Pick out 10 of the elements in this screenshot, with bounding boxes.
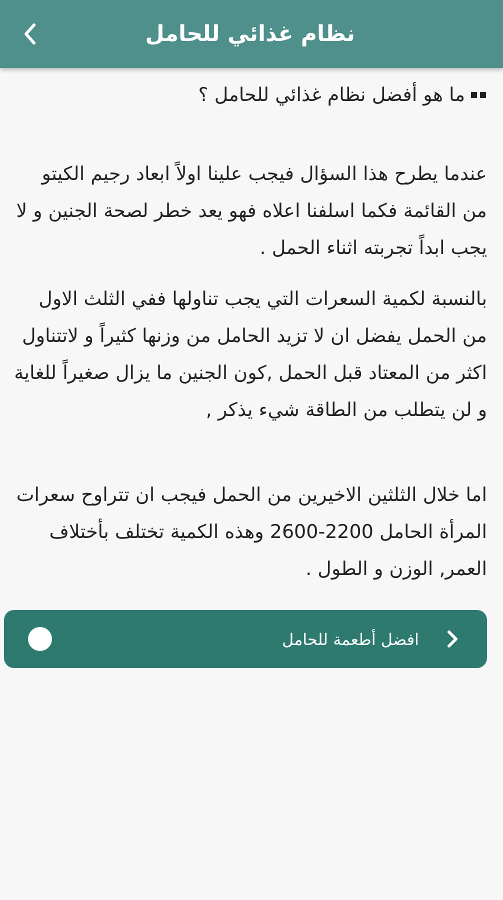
chevron-icon — [445, 628, 459, 650]
bullet-icon — [471, 91, 487, 99]
screen-title: نظام غذائي للحامل — [145, 22, 355, 46]
next-topic-button[interactable]: افضل أطعمة للحامل — [4, 610, 487, 668]
body-paragraph: عندما يطرح هذا السؤال فيجب علينا اولاً ابعاد رجيم الكيتو من القائمة فكما اسلفنا اعلاه فهو يعد خطر لصحة الجنين و لا يجب ابداً تجربته اثناء الحمل . — [15, 160, 487, 261]
body-paragraph: بالنسبة لكمية السعرات التي يجب تناولها ففي الثلث الاول من الحمل يفضل ان لا تزيد الحامل من وزنها كثيراً و لاتتناول اكثر من المعتاد قبل الحمل ,كون الجنين ما يزال صغيراً للغاية و لن يتطلب من الطاقة شيء يذكر , — [13, 287, 487, 423]
circle-icon — [28, 627, 52, 651]
back-chevron-icon — [22, 22, 38, 46]
body-paragraph: اما خلال الثلثين الاخيرين من الحمل فيجب ان تتراوح سعرات المرأة الحامل 2200-2600 وهذه الكمية تختلف بأختلاف العمر, الوزن و الطول . — [15, 483, 487, 582]
question-heading: ما هو أفضل نظام غذائي للحامل ؟ — [198, 84, 465, 106]
